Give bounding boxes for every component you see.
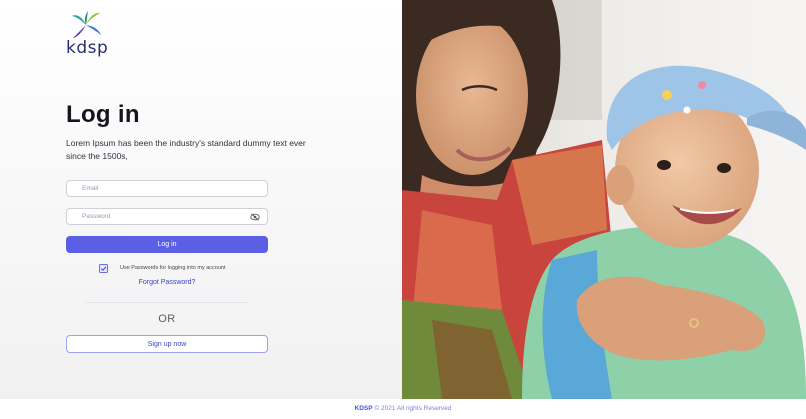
password-field-wrapper [66, 208, 268, 225]
checkmark-icon [100, 265, 107, 271]
or-separator: OR [158, 313, 176, 325]
footer-brand: KDSP [354, 405, 373, 412]
pinwheel-logo-icon [72, 11, 101, 38]
kdsp-logo[interactable]: kdsp [66, 10, 112, 58]
email-field[interactable] [67, 181, 267, 196]
logo-text: kdsp [66, 38, 109, 58]
page-title: Log in [66, 101, 140, 128]
password-field[interactable] [67, 209, 267, 224]
remember-checkbox[interactable] [99, 263, 108, 273]
footer: KDSP © 2021 All rights Reserved [0, 399, 806, 419]
page-subtitle: Lorem Ipsum has been the industry's stan… [66, 138, 306, 161]
signup-button[interactable]: Sign up now [66, 335, 268, 353]
email-field-wrapper [66, 180, 268, 197]
remember-row: Use Passwords for logging into my accoun… [99, 263, 225, 273]
eye-slash-icon[interactable] [250, 213, 260, 221]
forgot-password-row: Forgot Password? [0, 279, 334, 286]
hero-image [402, 0, 806, 399]
mother-baby-photo [402, 0, 806, 399]
divider [86, 302, 248, 303]
footer-copyright: © 2021 All rights Reserved [374, 405, 452, 412]
remember-label: Use Passwords for logging into my accoun… [120, 265, 226, 271]
forgot-password-link[interactable]: Forgot Password? [139, 279, 196, 286]
login-panel: kdsp Log in Lorem Ipsum has been the ind… [0, 0, 402, 399]
login-button[interactable]: Log in [66, 236, 268, 253]
